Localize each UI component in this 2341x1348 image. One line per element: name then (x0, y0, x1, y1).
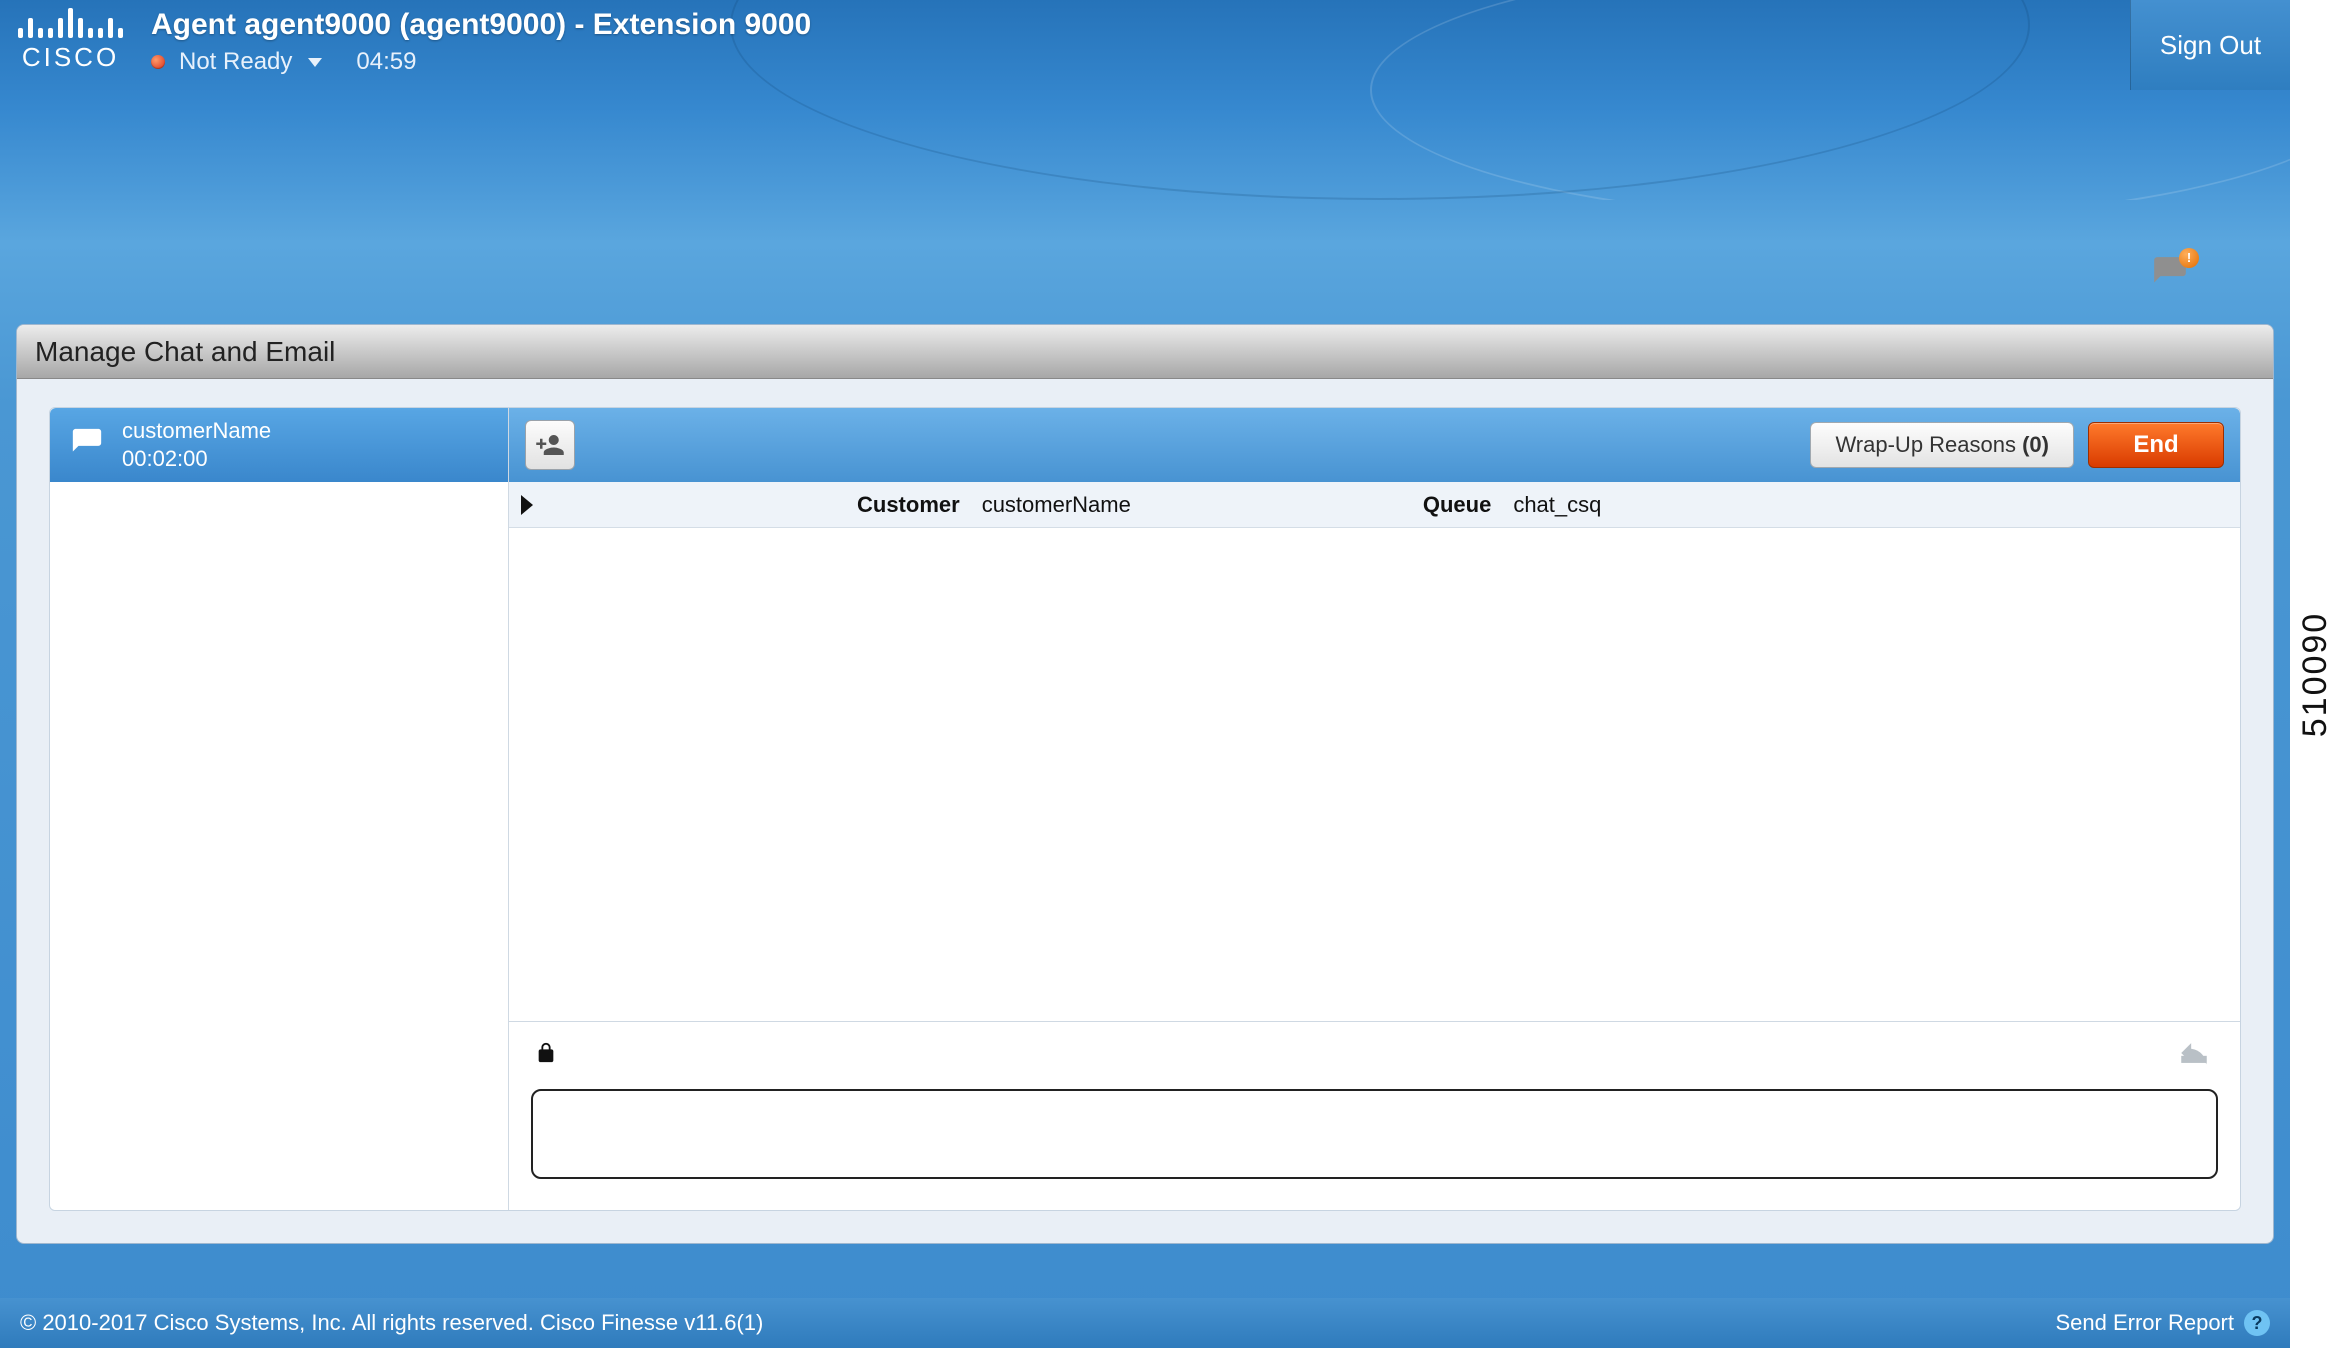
agent-identity: Agent agent9000 (agent9000) - Extension … (151, 8, 811, 42)
cisco-logo: CISCO (18, 8, 123, 73)
conversation-item[interactable]: customerName 00:02:00 (50, 408, 508, 482)
manage-section-title: Manage Chat and Email (17, 325, 2273, 379)
agent-status-timer: 04:59 (356, 48, 416, 76)
chat-bubble-icon (68, 426, 106, 465)
conversation-list-empty (50, 482, 508, 1210)
agent-status-label: Not Ready (179, 48, 292, 76)
lock-icon[interactable] (535, 1040, 557, 1071)
chat-workspace: customerName 00:02:00 Wrap-Up Reasons (0… (49, 407, 2241, 1211)
footer-copyright: © 2010-2017 Cisco Systems, Inc. All righ… (20, 1310, 763, 1336)
status-not-ready-icon (151, 55, 165, 69)
info-queue-value: chat_csq (1513, 492, 1601, 518)
app-footer: © 2010-2017 Cisco Systems, Inc. All righ… (0, 1298, 2290, 1348)
conversation-timer: 00:02:00 (122, 446, 271, 472)
chat-transcript-area (509, 528, 2240, 1021)
brand-name: CISCO (22, 42, 119, 73)
app-header: CISCO Agent agent9000 (agent9000) - Exte… (0, 0, 2290, 90)
chat-notification-icon[interactable]: ! (2149, 254, 2191, 297)
disclosure-triangle-icon[interactable] (521, 495, 533, 515)
conversation-customer-name: customerName (122, 418, 271, 444)
end-chat-button[interactable]: End (2088, 422, 2224, 468)
conversation-toolbar: Wrap-Up Reasons (0) End (509, 408, 2240, 482)
send-error-report-link[interactable]: Send Error Report (2055, 1310, 2234, 1336)
info-customer-label: Customer (857, 492, 960, 518)
wrap-up-count: (0) (2022, 432, 2049, 457)
conversation-info-strip: Customer customerName Queue chat_csq (509, 482, 2240, 528)
image-reference-value: 510090 (2296, 611, 2335, 736)
conversation-main: Wrap-Up Reasons (0) End Customer custome… (508, 408, 2240, 1210)
help-icon[interactable]: ? (2244, 1310, 2270, 1336)
conversation-list: customerName 00:02:00 (50, 408, 508, 1210)
agent-status-selector[interactable]: Not Ready 04:59 (151, 48, 811, 76)
sign-out-button[interactable]: Sign Out (2130, 0, 2290, 90)
wrap-up-label: Wrap-Up Reasons (1835, 432, 2022, 457)
image-reference-number: 510090 (2290, 0, 2341, 1348)
info-customer-value: customerName (982, 492, 1131, 518)
info-queue-label: Queue (1423, 492, 1491, 518)
add-participant-button[interactable] (525, 420, 575, 470)
send-reply-icon[interactable] (2174, 1036, 2214, 1075)
end-label: End (2133, 431, 2178, 458)
chat-message-input[interactable] (531, 1089, 2218, 1179)
sign-out-label: Sign Out (2160, 30, 2261, 61)
chat-input-area (509, 1021, 2240, 1210)
wrap-up-reasons-button[interactable]: Wrap-Up Reasons (0) (1810, 422, 2074, 468)
chat-notification-badge: ! (2179, 248, 2199, 268)
manage-chat-email-section: Manage Chat and Email customerName 00:02… (16, 324, 2274, 1244)
chevron-down-icon (308, 58, 322, 67)
